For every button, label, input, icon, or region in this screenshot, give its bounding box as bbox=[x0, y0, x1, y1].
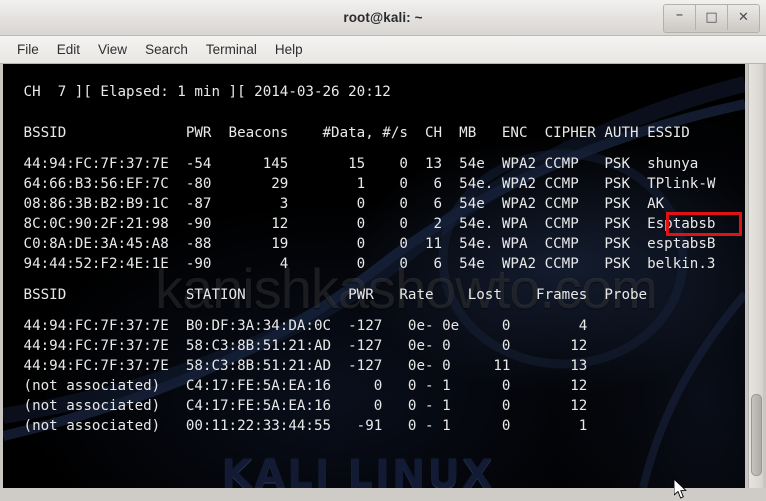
ap-table-header: BSSID PWR Beacons #Data, #/s CH MB ENC C… bbox=[15, 125, 690, 141]
scrollbar-thumb[interactable] bbox=[751, 394, 762, 476]
menu-terminal[interactable]: Terminal bbox=[197, 40, 266, 59]
window-controls: – □ ✕ bbox=[663, 4, 760, 33]
airodump-output: CH 7 ][ Elapsed: 1 min ][ 2014-03-26 20:… bbox=[3, 64, 745, 488]
ap-table-row: C0:8A:DE:3A:45:A8 -88 19 0 0 11 54e. WPA… bbox=[15, 236, 716, 252]
menu-help[interactable]: Help bbox=[266, 40, 312, 59]
close-icon: ✕ bbox=[738, 10, 749, 25]
terminal-screen[interactable]: KALI LINUX The quieter you become, the m… bbox=[3, 64, 745, 488]
title-bar: root@kali: ~ – □ ✕ bbox=[0, 0, 766, 36]
station-table-row: (not associated) C4:17:FE:5A:EA:16 0 0 -… bbox=[15, 398, 588, 414]
terminal-window: root@kali: ~ – □ ✕ File Edit View Search… bbox=[0, 0, 766, 501]
close-button[interactable]: ✕ bbox=[728, 5, 759, 30]
minimize-button[interactable]: – bbox=[664, 5, 696, 30]
status-line: CH 7 ][ Elapsed: 1 min ][ 2014-03-26 20:… bbox=[15, 84, 391, 100]
ap-table-row: 08:86:3B:B2:B9:1C -87 3 0 0 6 54e WPA2 C… bbox=[15, 196, 665, 212]
menu-bar: File Edit View Search Terminal Help bbox=[0, 36, 766, 64]
menu-edit[interactable]: Edit bbox=[48, 40, 89, 59]
station-table-header: BSSID STATION PWR Rate Lost Frames Probe bbox=[15, 287, 648, 303]
station-table-row: (not associated) C4:17:FE:5A:EA:16 0 0 -… bbox=[15, 378, 588, 394]
station-table-row: 44:94:FC:7F:37:7E 58:C3:8B:51:21:AD -127… bbox=[15, 358, 588, 374]
menu-search[interactable]: Search bbox=[136, 40, 197, 59]
ap-table-row: 64:66:B3:56:EF:7C -80 29 1 0 6 54e. WPA2… bbox=[15, 176, 716, 192]
station-table-row: (not associated) 00:11:22:33:44:55 -91 0… bbox=[15, 418, 588, 434]
maximize-button[interactable]: □ bbox=[696, 5, 728, 30]
terminal-scrollbar[interactable] bbox=[748, 64, 763, 488]
window-title: root@kali: ~ bbox=[343, 10, 423, 25]
window-bottom-edge bbox=[0, 488, 766, 501]
minimize-icon: – bbox=[675, 5, 684, 23]
maximize-icon: □ bbox=[705, 10, 718, 25]
station-table-row: 44:94:FC:7F:37:7E 58:C3:8B:51:21:AD -127… bbox=[15, 338, 588, 354]
menu-file[interactable]: File bbox=[8, 40, 48, 59]
menu-view[interactable]: View bbox=[89, 40, 136, 59]
ap-table-row: 94:44:52:F2:4E:1E -90 4 0 0 6 54e WPA2 C… bbox=[15, 256, 716, 272]
station-table-row: 44:94:FC:7F:37:7E B0:DF:3A:34:DA:0C -127… bbox=[15, 318, 588, 334]
ap-table-row: 8C:0C:90:2F:21:98 -90 12 0 0 2 54e. WPA … bbox=[15, 216, 716, 232]
ap-table-row: 44:94:FC:7F:37:7E -54 145 15 0 13 54e WP… bbox=[15, 156, 699, 172]
terminal-area: KALI LINUX The quieter you become, the m… bbox=[0, 64, 766, 501]
